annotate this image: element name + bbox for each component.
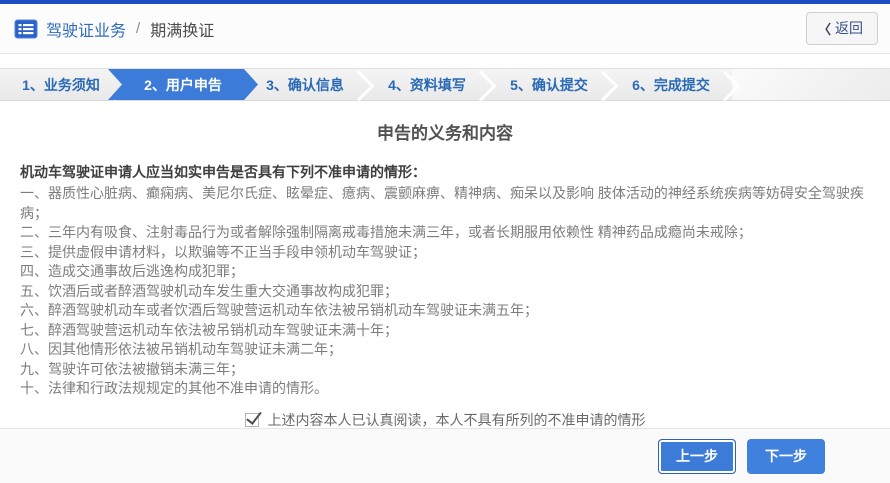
step-4-fill-materials[interactable]: 4、资料填写 xyxy=(366,69,488,100)
breadcrumb-current: 期满换证 xyxy=(150,17,214,41)
previous-step-button[interactable]: 上一步 xyxy=(658,439,736,474)
declaration-item-7: 七、醉酒驾驶营运机动车依法被吊销机动车驾驶证未满十年； xyxy=(20,321,870,341)
declaration-item-6: 六、醉酒驾驶机动车或者饮酒后驾驶营运机动车依法被吊销机动车驾驶证未满五年； xyxy=(20,301,870,321)
declaration-item-3: 三、提供虚假申请材料，以欺骗等不正当手段申领机动车驾驶证； xyxy=(20,243,870,263)
list-card-icon xyxy=(14,19,38,39)
step-4-label: 4、资料填写 xyxy=(388,75,466,95)
step-2-user-declaration[interactable]: 2、用户申告 xyxy=(108,69,258,100)
step-progress-bar: 1、业务须知 2、用户申告 3、确认信息 4、资料填写 5、确认提交 6、完成提… xyxy=(0,68,890,101)
header: 驾驶证业务 / 期满换证 〈 返回 xyxy=(0,4,890,54)
step-1-label: 1、业务须知 xyxy=(22,75,100,95)
step-3-label: 3、确认信息 xyxy=(266,75,344,95)
declaration-item-4: 四、造成交通事故后逃逸构成犯罪； xyxy=(20,262,870,282)
declaration-item-1: 一、器质性心脏病、癫痫病、美尼尔氏症、眩晕症、癔病、震颤麻痹、精神病、痴呆以及影… xyxy=(20,184,870,223)
declaration-item-2: 二、三年内有吸食、注射毒品行为或者解除强制隔离戒毒措施未满三年，或者长期服用依赖… xyxy=(20,223,870,243)
declaration-item-8: 八、因其他情形依法被吊销机动车驾驶证未满二年； xyxy=(20,340,870,360)
declaration-content: 申告的义务和内容 机动车驾驶证申请人应当如实申告是否具有下列不准申请的情形： 一… xyxy=(0,101,890,430)
step-5-confirm-submit[interactable]: 5、确认提交 xyxy=(488,69,610,100)
next-step-button[interactable]: 下一步 xyxy=(747,439,825,474)
step-5-label: 5、确认提交 xyxy=(510,75,588,95)
page-title-business[interactable]: 驾驶证业务 xyxy=(46,17,126,41)
step-6-complete-submit[interactable]: 6、完成提交 xyxy=(610,69,732,100)
footer-action-bar: 上一步 下一步 xyxy=(0,428,890,483)
declaration-item-9: 九、驾驶许可依法被撤销未满三年； xyxy=(20,360,870,380)
back-chevron-icon: 〈 xyxy=(818,19,831,38)
declaration-item-5: 五、饮酒后或者醉酒驾驶机动车发生重大交通事故构成犯罪； xyxy=(20,282,870,302)
breadcrumb: 驾驶证业务 / 期满换证 xyxy=(14,17,214,41)
step-bar-filler xyxy=(732,69,890,100)
content-title: 申告的义务和内容 xyxy=(20,119,870,144)
agreement-checkbox[interactable] xyxy=(245,413,259,427)
back-button[interactable]: 〈 返回 xyxy=(806,12,878,45)
declaration-intro: 机动车驾驶证申请人应当如实申告是否具有下列不准申请的情形： xyxy=(20,162,870,182)
agreement-label: 上述内容本人已认真阅读，本人不具有所列的不准申请的情形 xyxy=(268,410,646,430)
step-progress-section: 1、业务须知 2、用户申告 3、确认信息 4、资料填写 5、确认提交 6、完成提… xyxy=(0,54,890,101)
declaration-item-10: 十、法律和行政法规规定的其他不准申请的情形。 xyxy=(20,379,870,399)
agreement-row: 上述内容本人已认真阅读，本人不具有所列的不准申请的情形 xyxy=(20,410,870,430)
step-2-label: 2、用户申告 xyxy=(144,75,222,95)
breadcrumb-separator: / xyxy=(134,20,142,37)
step-6-label: 6、完成提交 xyxy=(632,75,710,95)
step-3-confirm-info[interactable]: 3、确认信息 xyxy=(244,69,366,100)
step-1-business-notice[interactable]: 1、业务须知 xyxy=(0,69,122,100)
back-button-label: 返回 xyxy=(835,18,863,38)
